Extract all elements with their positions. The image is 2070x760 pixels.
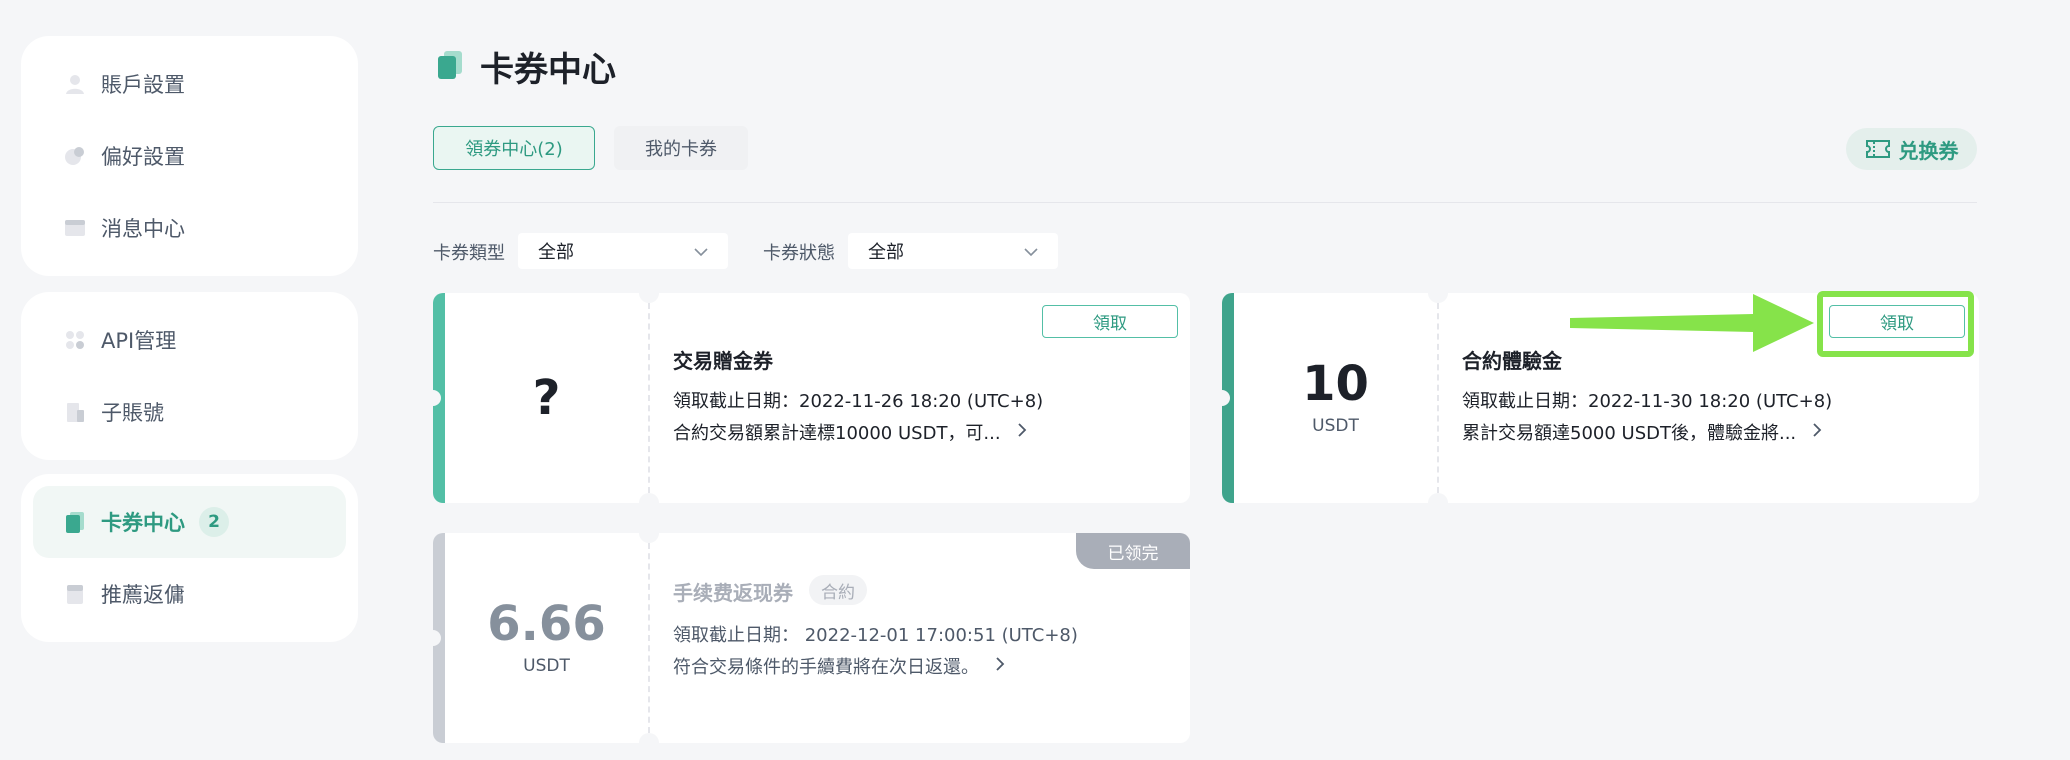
sidebar-item-account-settings[interactable]: 賬戶設置 bbox=[33, 48, 346, 120]
coupon-type-select[interactable]: 全部 bbox=[518, 233, 728, 269]
claim-button[interactable]: 領取 bbox=[1042, 305, 1178, 338]
coupon-description[interactable]: 累計交易額達5000 USDT後，體驗金將... bbox=[1462, 419, 1822, 445]
page-header: 卡券中心 bbox=[436, 42, 616, 91]
sidebar-item-label: 卡券中心 bbox=[101, 511, 185, 535]
preferences-icon bbox=[63, 144, 87, 168]
coupon-count-badge: 2 bbox=[199, 507, 229, 537]
sidebar-item-coupon-center[interactable]: 卡券中心 2 bbox=[33, 486, 346, 558]
coupon-status-select[interactable]: 全部 bbox=[848, 233, 1058, 269]
sidebar-item-api-management[interactable]: API管理 bbox=[33, 304, 346, 376]
annotation-highlight-box bbox=[1817, 291, 1974, 357]
sold-out-badge: 已领完 bbox=[1076, 533, 1190, 569]
header-divider bbox=[433, 202, 1977, 203]
coupon-tag: 合約 bbox=[809, 575, 867, 605]
coupon-description-text: 累計交易額達5000 USDT後，體驗金將... bbox=[1462, 423, 1797, 444]
sidebar-item-referral[interactable]: 推薦返傭 bbox=[33, 558, 346, 630]
coupon-amount: 10 bbox=[1302, 356, 1369, 412]
redeem-coupon-button[interactable]: 兑换券 bbox=[1846, 128, 1977, 170]
sidebar-item-label: 子賬號 bbox=[101, 401, 164, 425]
coupon-type-label: 卡券類型 bbox=[433, 243, 505, 264]
sidebar-item-label: 偏好設置 bbox=[101, 145, 185, 169]
coupon-title: 手续费返现券 bbox=[673, 581, 793, 605]
coupon-type-value: 全部 bbox=[538, 242, 574, 263]
sidebar-group-rewards: 卡券中心 2 推薦返傭 bbox=[21, 474, 358, 642]
coupon-unit: USDT bbox=[1312, 416, 1359, 436]
page-title: 卡券中心 bbox=[480, 50, 616, 90]
coupon-title: 交易贈金券 bbox=[673, 349, 773, 373]
sidebar-item-label: 賬戶設置 bbox=[101, 73, 185, 97]
tab-claim-center[interactable]: 領券中心(2) bbox=[433, 126, 595, 170]
coupon-amount-box: 10 USDT bbox=[1234, 293, 1437, 503]
coupon-amount-box: 6.66 USDT bbox=[445, 533, 648, 743]
sidebar-item-label: 消息中心 bbox=[101, 217, 185, 241]
referral-icon bbox=[63, 582, 87, 606]
chevron-down-icon bbox=[1024, 241, 1038, 262]
coupon-description[interactable]: 符合交易條件的手續費將在次日返還。 bbox=[673, 653, 1005, 679]
coupon-amount: ? bbox=[532, 370, 561, 426]
coupon-description-text: 合約交易額累計達標10000 USDT，可... bbox=[673, 423, 1001, 444]
redeem-label: 兑换券 bbox=[1898, 138, 1959, 163]
coupon-amount: 6.66 bbox=[487, 596, 606, 652]
ticket-icon bbox=[1865, 139, 1891, 159]
chevron-right-icon[interactable] bbox=[1812, 422, 1822, 443]
api-icon bbox=[63, 328, 87, 352]
coupon-card-fee-cashback: 6.66 USDT 手续费返现券 合約 領取截止日期： 2022-12-01 1… bbox=[433, 533, 1190, 743]
coupon-amount-box: ? bbox=[445, 293, 648, 503]
coupon-deadline: 領取截止日期：2022-11-26 18:20 (UTC+8) bbox=[673, 391, 1044, 412]
tab-my-coupons[interactable]: 我的卡券 bbox=[614, 126, 748, 170]
coupon-status-label: 卡券狀態 bbox=[763, 243, 835, 264]
coupon-title: 合約體驗金 bbox=[1462, 349, 1562, 373]
coupon-unit: USDT bbox=[523, 656, 570, 676]
sub-account-icon bbox=[63, 400, 87, 424]
sidebar-item-sub-account[interactable]: 子賬號 bbox=[33, 376, 346, 448]
sidebar-item-message-center[interactable]: 消息中心 bbox=[33, 192, 346, 264]
coupon-description[interactable]: 合約交易額累計達標10000 USDT，可... bbox=[673, 419, 1027, 445]
chevron-down-icon bbox=[694, 241, 708, 262]
coupon-icon bbox=[436, 50, 464, 84]
sidebar-group-account: 賬戶設置 偏好設置 消息中心 bbox=[21, 36, 358, 276]
coupon-status-value: 全部 bbox=[868, 242, 904, 263]
sidebar-item-preferences[interactable]: 偏好設置 bbox=[33, 120, 346, 192]
coupon-deadline: 領取截止日期： 2022-12-01 17:00:51 (UTC+8) bbox=[673, 625, 1078, 646]
sidebar-item-label: 推薦返傭 bbox=[101, 583, 185, 607]
sidebar-group-api: API管理 子賬號 bbox=[21, 292, 358, 460]
coupon-card-trading-bonus: ? 交易贈金券 領取截止日期：2022-11-26 18:20 (UTC+8) … bbox=[433, 293, 1190, 503]
chevron-right-icon[interactable] bbox=[1017, 422, 1027, 443]
chevron-right-icon[interactable] bbox=[995, 656, 1005, 677]
coupon-deadline: 領取截止日期：2022-11-30 18:20 (UTC+8) bbox=[1462, 391, 1833, 412]
sidebar-item-label: API管理 bbox=[101, 329, 177, 353]
user-icon bbox=[63, 72, 87, 96]
coupon-description-text: 符合交易條件的手續費將在次日返還。 bbox=[673, 657, 979, 678]
annotation-arrow-icon bbox=[1568, 288, 1820, 362]
coupon-icon bbox=[63, 510, 87, 534]
message-icon bbox=[63, 216, 87, 240]
